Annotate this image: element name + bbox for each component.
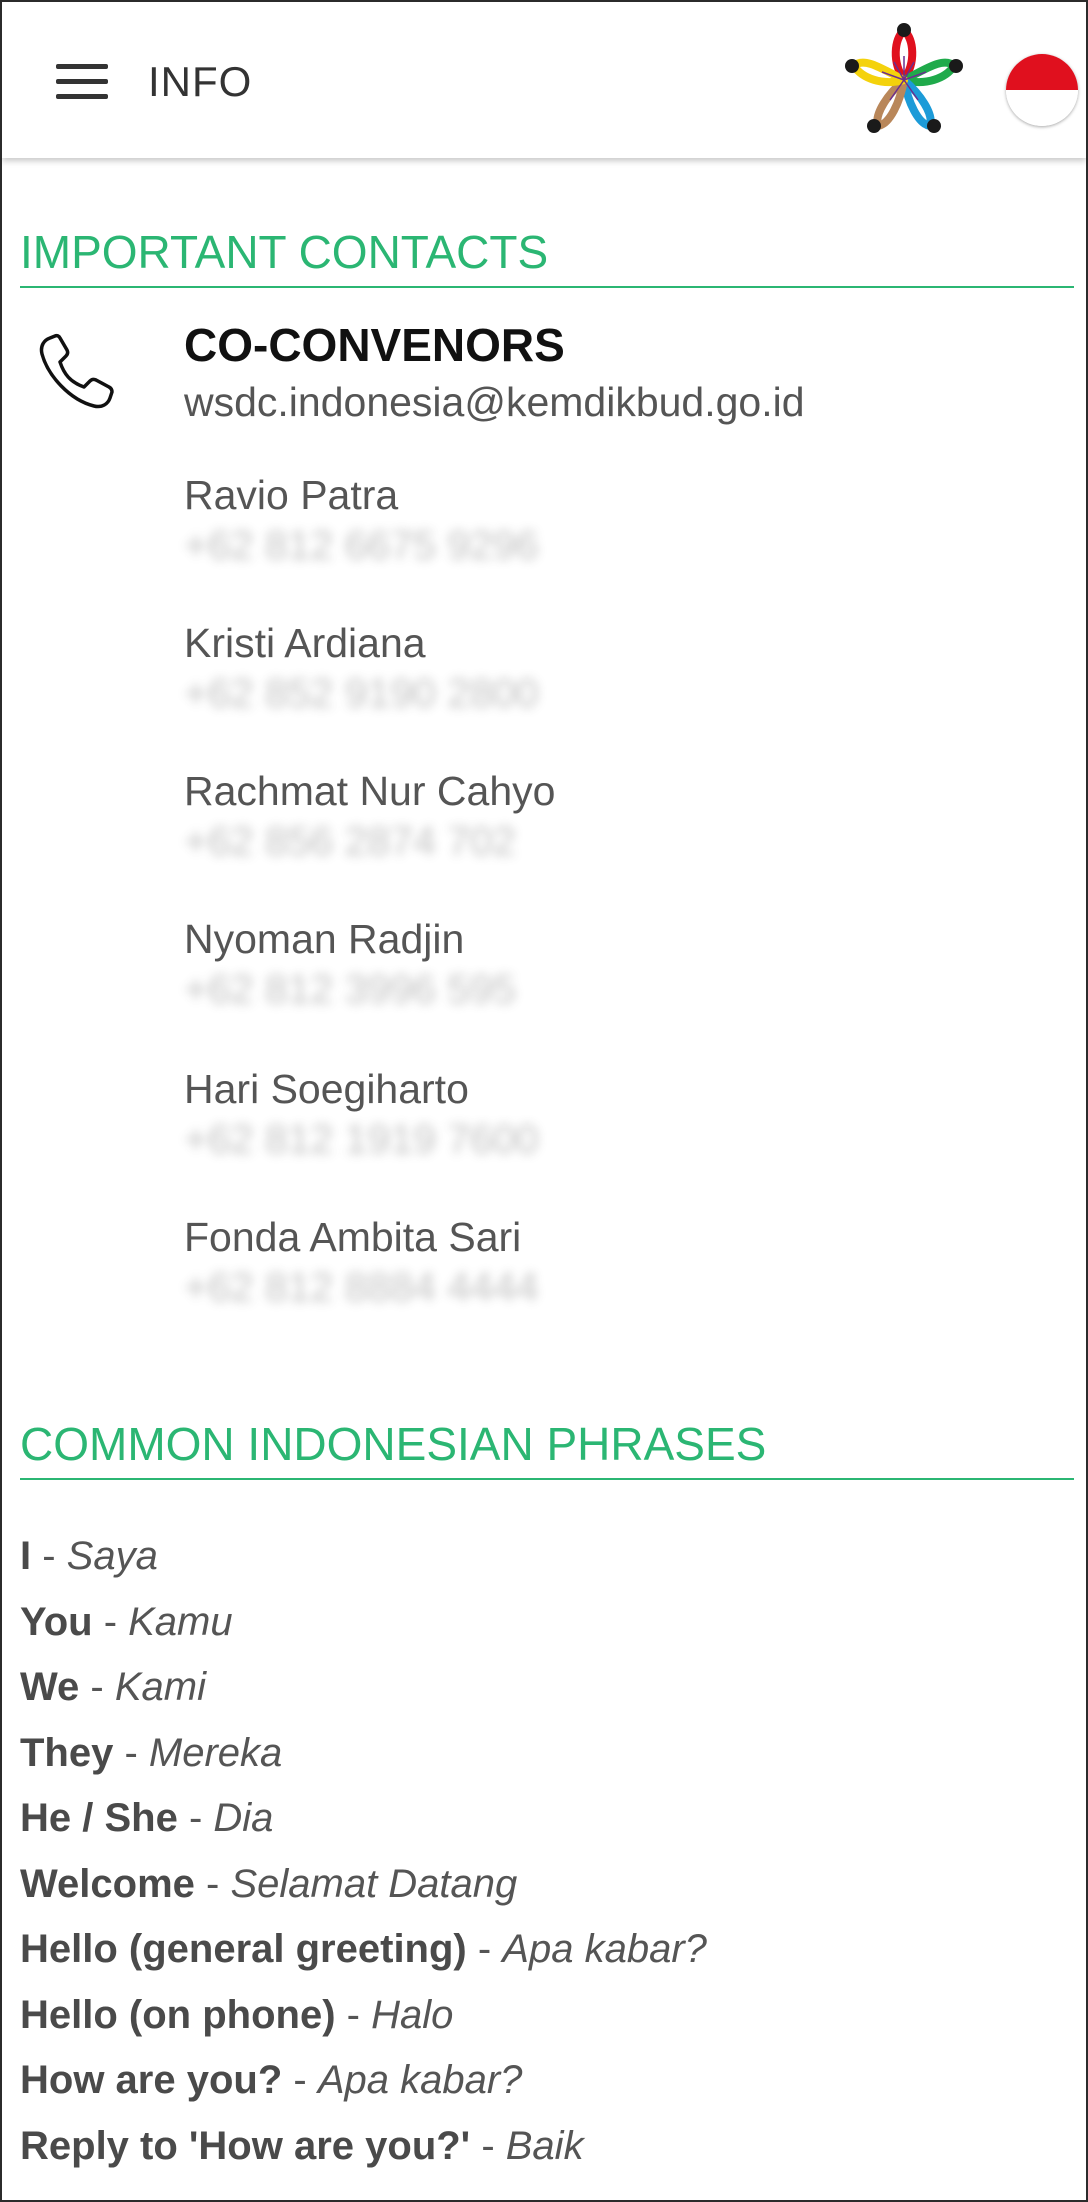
contact-phone[interactable]: +62 812 3996 595 (184, 964, 516, 1014)
phrase-list: I - Saya You - Kamu We - Kami They - Mer… (20, 1524, 1074, 2179)
phrase-english: Hello (general greeting) (20, 1927, 467, 1971)
phrase-indonesian: Mereka (148, 1730, 283, 1775)
contact-name: Ravio Patra (184, 472, 399, 518)
phrase-english: They (20, 1730, 114, 1775)
phrase-separator: - (470, 2123, 506, 2168)
phrase-item: How are you? - Apa kabar? (20, 2048, 1074, 2114)
menu-line (56, 79, 108, 84)
phrase-separator: - (282, 2058, 318, 2102)
contact-phone[interactable]: +62 812 6675 9296 (184, 520, 539, 570)
phrase-item: Reply to 'How are you?' - Baik (20, 2114, 1074, 2180)
phrase-indonesian: Apa kabar? (502, 1927, 707, 1971)
phrase-item: We - Kami (20, 1655, 1074, 1721)
phrase-item: I - Saya (20, 1524, 1074, 1590)
phrase-separator: - (177, 1796, 214, 1840)
phrase-english: Reply to 'How are you?' (20, 2123, 471, 2168)
phrase-indonesian: Selamat Datang (230, 1861, 518, 1906)
phrase-english: You (20, 1599, 93, 1644)
phrase-item: Welcome - Selamat Datang (20, 1852, 1074, 1918)
phrase-separator: - (466, 1927, 503, 1971)
contact-person: Fonda Ambita Sari +62 812 8884 4444 (184, 1212, 539, 1312)
phrase-separator: - (335, 1992, 372, 2037)
phrase-english: He / She (20, 1796, 178, 1840)
contact-name: Fonda Ambita Sari (184, 1214, 522, 1260)
phrase-indonesian: Kami (114, 1665, 206, 1709)
flag-white-band (1006, 90, 1078, 126)
contact-email-link[interactable]: wsdc.indonesia@kemdikbud.go.id (184, 376, 805, 428)
phrase-separator: - (194, 1861, 231, 1906)
phrase-separator: - (79, 1665, 115, 1709)
wsdc-flower-logo (845, 23, 963, 133)
contact-name: Hari Soegiharto (184, 1066, 469, 1112)
contact-phone[interactable]: +62 812 1919 7600 (184, 1114, 539, 1164)
menu-line (56, 64, 108, 69)
contact-phone[interactable]: +62 812 8884 4444 (184, 1262, 539, 1312)
contact-phone[interactable]: +62 856 2874 702 (184, 816, 555, 866)
menu-line (56, 94, 108, 99)
phrase-english: We (20, 1665, 80, 1709)
hamburger-menu-icon[interactable] (42, 50, 122, 114)
phone-icon (39, 333, 114, 409)
phrase-english: I (20, 1534, 32, 1578)
important-contacts-heading: IMPORTANT CONTACTS (20, 224, 1074, 288)
phrase-separator: - (31, 1534, 67, 1578)
co-convenors-heading: CO-CONVENORS (184, 319, 565, 371)
phrase-indonesian: Halo (371, 1992, 454, 2037)
phrase-separator: - (92, 1599, 129, 1644)
phrase-indonesian: Baik (505, 2123, 584, 2168)
phrase-english: Hello (on phone) (20, 1992, 336, 2037)
phrase-english: Welcome (20, 1861, 195, 1906)
phrase-item: You - Kamu (20, 1590, 1074, 1656)
indonesia-flag-icon[interactable] (1006, 54, 1078, 126)
contact-person: Ravio Patra +62 812 6675 9296 (184, 470, 539, 570)
phrase-indonesian: Kamu (128, 1599, 233, 1644)
phrase-item: He / She - Dia (20, 1786, 1074, 1852)
phrase-indonesian: Apa kabar? (317, 2058, 523, 2102)
phrase-english: How are you? (20, 2058, 283, 2102)
page-title: INFO (148, 58, 253, 105)
app-bar: INFO (2, 2, 1086, 158)
app-screen: INFO IMPORTANT CONTACTS CO-CONVENORS wsd… (0, 0, 1088, 2202)
contact-name: Rachmat Nur Cahyo (184, 768, 556, 814)
phrase-indonesian: Saya (66, 1534, 158, 1578)
phrase-item: They - Mereka (20, 1721, 1074, 1787)
common-phrases-heading: COMMON INDONESIAN PHRASES (20, 1416, 1074, 1480)
contact-name: Kristi Ardiana (184, 620, 426, 666)
contact-name: Nyoman Radjin (184, 916, 465, 962)
phrase-item: Hello (on phone) - Halo (20, 1983, 1074, 2049)
contact-phone[interactable]: +62 852 9190 2800 (184, 668, 539, 718)
phrase-separator: - (113, 1730, 149, 1775)
flag-red-band (1006, 54, 1078, 90)
phrase-indonesian: Dia (213, 1796, 274, 1840)
phrase-item: Hello (general greeting) - Apa kabar? (20, 1917, 1074, 1983)
contact-person: Rachmat Nur Cahyo +62 856 2874 702 (184, 766, 555, 866)
contact-person: Hari Soegiharto +62 812 1919 7600 (184, 1064, 539, 1164)
contact-person: Kristi Ardiana +62 852 9190 2800 (184, 618, 539, 718)
contact-person: Nyoman Radjin +62 812 3996 595 (184, 914, 516, 1014)
